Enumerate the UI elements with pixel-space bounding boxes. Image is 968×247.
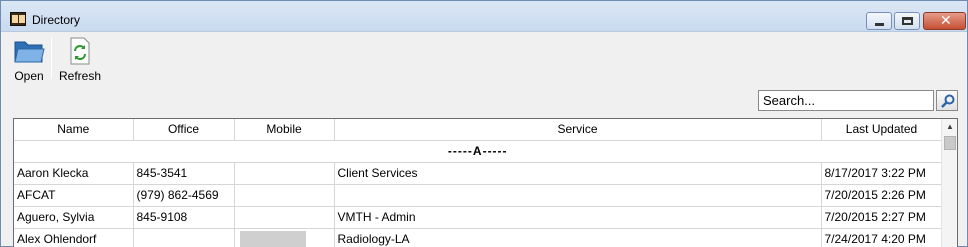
vertical-scrollbar[interactable]: ▲ [941, 119, 957, 247]
open-button[interactable]: Open [10, 34, 48, 84]
column-header-service[interactable]: Service [334, 119, 822, 141]
scrollbar-thumb[interactable] [944, 136, 956, 150]
cell-service[interactable]: Client Services [334, 162, 822, 185]
search-button[interactable] [936, 90, 958, 111]
redacted-mobile [239, 231, 306, 247]
cell-mobile[interactable] [234, 228, 335, 247]
cell-last-updated[interactable]: 7/20/2015 2:27 PM [821, 206, 943, 229]
refresh-label: Refresh [58, 69, 102, 83]
column-header-last-updated[interactable]: Last Updated [821, 119, 943, 141]
scroll-up-arrow-icon[interactable]: ▲ [942, 119, 957, 135]
column-header-name[interactable]: Name [14, 119, 134, 141]
minimize-icon [875, 23, 884, 26]
cell-name[interactable]: Alex Ohlendorf [14, 228, 134, 247]
toolbar-separator [51, 37, 52, 79]
table-row[interactable]: AFCAT (979) 862-4569 7/20/2015 2:26 PM [14, 184, 943, 207]
app-icon [10, 12, 26, 26]
cell-mobile[interactable] [234, 162, 335, 185]
minimize-button[interactable] [866, 12, 892, 30]
cell-mobile[interactable] [234, 206, 335, 229]
cell-service[interactable]: Radiology-LA [334, 228, 822, 247]
close-icon: ✕ [940, 13, 952, 29]
maximize-button[interactable] [894, 12, 920, 30]
window-title: Directory [32, 13, 81, 27]
cell-name[interactable]: AFCAT [14, 184, 134, 207]
search-icon [941, 94, 955, 108]
maximize-icon [902, 17, 913, 25]
cell-last-updated[interactable]: 7/24/2017 4:20 PM [821, 228, 943, 247]
cell-office[interactable]: (979) 862-4569 [133, 184, 235, 207]
cell-name[interactable]: Aguero, Sylvia [14, 206, 134, 229]
title-bar[interactable]: Directory ✕ [1, 1, 967, 32]
cell-service[interactable] [334, 184, 822, 207]
cell-office[interactable] [133, 228, 235, 247]
refresh-icon [70, 37, 90, 65]
column-header-mobile[interactable]: Mobile [234, 119, 335, 141]
table-row[interactable]: Aaron Klecka 845-3541 Client Services 8/… [14, 162, 943, 185]
close-button[interactable]: ✕ [923, 12, 966, 30]
directory-table: Name Office Mobile Service Last Updated … [14, 119, 943, 247]
cell-service[interactable]: VMTH - Admin [334, 206, 822, 229]
directory-grid: Name Office Mobile Service Last Updated … [13, 118, 958, 247]
cell-mobile[interactable] [234, 184, 335, 207]
toolbar: Open Refresh [1, 32, 967, 84]
group-header-row: -----A----- [14, 140, 943, 163]
folder-open-icon [14, 41, 45, 63]
cell-name[interactable]: Aaron Klecka [14, 162, 134, 185]
cell-office[interactable]: 845-3541 [133, 162, 235, 185]
table-row[interactable]: Alex Ohlendorf Radiology-LA 7/24/2017 4:… [14, 228, 943, 247]
refresh-button[interactable]: Refresh [57, 34, 103, 84]
column-header-office[interactable]: Office [133, 119, 235, 141]
group-header-label: -----A----- [14, 140, 943, 163]
table-row[interactable]: Aguero, Sylvia 845-9108 VMTH - Admin 7/2… [14, 206, 943, 229]
header-row: Name Office Mobile Service Last Updated [14, 119, 943, 141]
cell-last-updated[interactable]: 7/20/2015 2:26 PM [821, 184, 943, 207]
search-input[interactable] [758, 90, 934, 111]
cell-last-updated[interactable]: 8/17/2017 3:22 PM [821, 162, 943, 185]
open-label: Open [14, 69, 44, 83]
cell-office[interactable]: 845-9108 [133, 206, 235, 229]
directory-window: Directory ✕ Open Refresh Search... Name … [0, 0, 968, 247]
